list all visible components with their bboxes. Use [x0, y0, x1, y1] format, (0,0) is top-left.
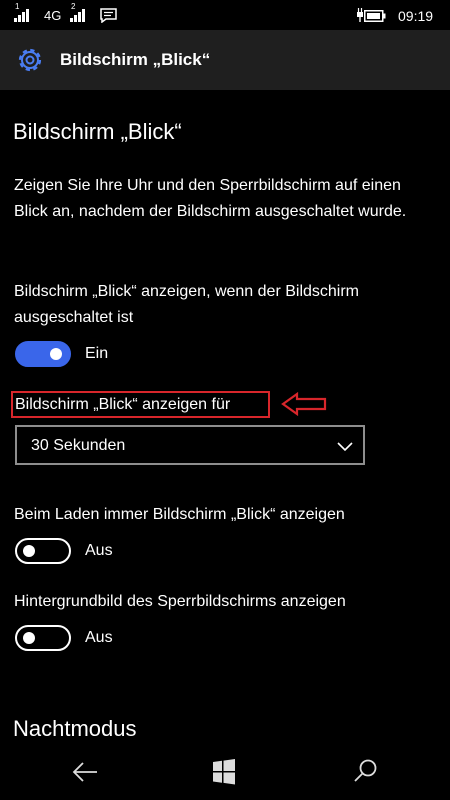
night-mode-title: Nachtmodus	[13, 716, 137, 741]
page-description: Zeigen Sie Ihre Uhr und den Sperrbildsch…	[14, 177, 407, 220]
charging-plug-icon	[356, 8, 364, 27]
glance-charging-toggle[interactable]	[15, 538, 71, 564]
arrow-left-icon	[281, 391, 327, 421]
sim1-number: 1	[15, 2, 20, 11]
back-arrow-icon	[72, 762, 97, 782]
wallpaper-state: Aus	[85, 629, 113, 646]
settings-header: Bildschirm „Blick“	[0, 30, 450, 90]
start-button[interactable]	[204, 755, 244, 789]
glance-charging-state: Aus	[85, 542, 113, 559]
navigation-bar	[0, 745, 450, 800]
back-button[interactable]	[65, 755, 105, 789]
network-type: 4G	[44, 8, 62, 23]
page-title: Bildschirm „Blick“	[13, 119, 182, 144]
gear-icon	[14, 44, 46, 81]
header-title: Bildschirm „Blick“	[60, 50, 211, 69]
glance-when-off-state: Ein	[85, 345, 109, 362]
sim2-number: 2	[71, 2, 76, 11]
clock-time: 09:19	[398, 8, 434, 24]
search-button[interactable]	[345, 755, 385, 789]
toggle-knob	[23, 632, 35, 644]
glance-when-off-label: Bildschirm „Blick“ anzeigen, wenn der Bi…	[14, 283, 360, 326]
status-bar: 1 4G 2 09:19	[0, 0, 450, 30]
glance-duration-dropdown[interactable]: 30 Sekunden	[15, 425, 365, 465]
battery-icon	[364, 9, 386, 27]
wallpaper-label: Hintergrundbild des Sperrbildschirms anz…	[14, 593, 346, 610]
toggle-knob	[50, 348, 62, 360]
toggle-knob	[23, 545, 35, 557]
search-icon	[354, 759, 377, 782]
glance-duration-label: Bildschirm „Blick“ anzeigen für	[15, 396, 231, 413]
message-icon	[100, 8, 117, 28]
glance-when-off-toggle[interactable]	[15, 341, 71, 367]
wallpaper-toggle[interactable]	[15, 625, 71, 651]
windows-start-icon	[213, 759, 235, 785]
chevron-down-icon	[337, 439, 353, 457]
glance-charging-label: Beim Laden immer Bildschirm „Blick“ anze…	[14, 506, 345, 523]
dropdown-selected-value: 30 Sekunden	[31, 437, 126, 454]
